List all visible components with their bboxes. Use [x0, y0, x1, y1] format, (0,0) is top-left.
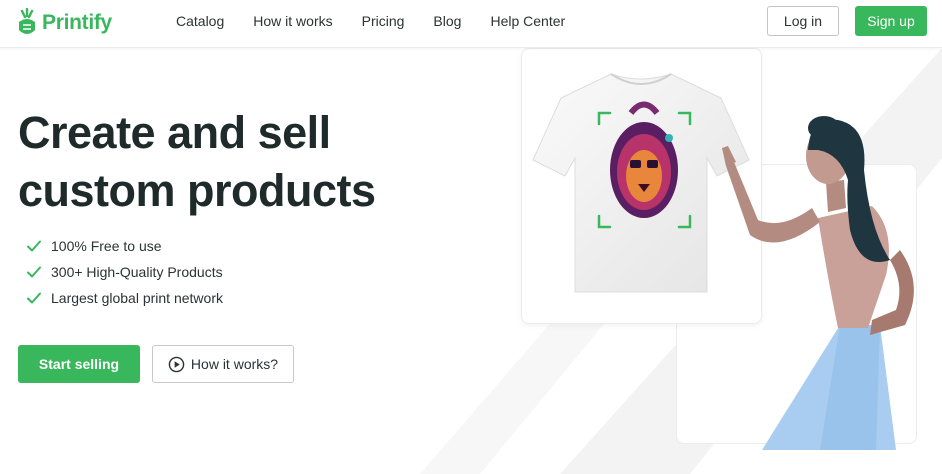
start-selling-button[interactable]: Start selling [18, 345, 140, 383]
signup-button[interactable]: Sign up [855, 6, 927, 36]
brand-name: Printify [42, 11, 112, 34]
top-navbar: Printify Catalog How it works Pricing Bl… [0, 0, 942, 48]
nav-item-how-it-works[interactable]: How it works [253, 13, 332, 29]
nav-item-help-center[interactable]: Help Center [490, 13, 565, 29]
feature-label: Largest global print network [51, 290, 223, 306]
nav-item-pricing[interactable]: Pricing [362, 13, 405, 29]
login-button[interactable]: Log in [767, 6, 839, 36]
how-it-works-button[interactable]: How it works? [152, 345, 294, 383]
hero-title: Create and sell custom products [18, 104, 376, 220]
hero-title-line-1: Create and sell [18, 107, 331, 158]
hero-title-line-2: custom products [18, 165, 376, 216]
check-icon [27, 292, 41, 304]
nav-item-catalog[interactable]: Catalog [176, 13, 224, 29]
play-circle-icon [168, 356, 185, 372]
feature-label: 300+ High-Quality Products [51, 264, 223, 280]
feature-item: 300+ High-Quality Products [26, 259, 223, 285]
feature-list: 100% Free to use 300+ High-Quality Produ… [26, 233, 223, 311]
feature-item: 100% Free to use [26, 233, 223, 259]
how-it-works-label: How it works? [190, 356, 279, 372]
feature-item: Largest global print network [26, 285, 223, 311]
main-nav: Catalog How it works Pricing Blog Help C… [176, 13, 594, 29]
woman-pointing-illustration [722, 116, 914, 450]
printify-logo[interactable]: Printify [16, 7, 112, 39]
nav-item-blog[interactable]: Blog [433, 13, 461, 29]
feature-label: 100% Free to use [51, 238, 162, 254]
printify-leaf-icon [19, 8, 35, 34]
check-icon [27, 240, 41, 252]
check-icon [27, 266, 41, 278]
